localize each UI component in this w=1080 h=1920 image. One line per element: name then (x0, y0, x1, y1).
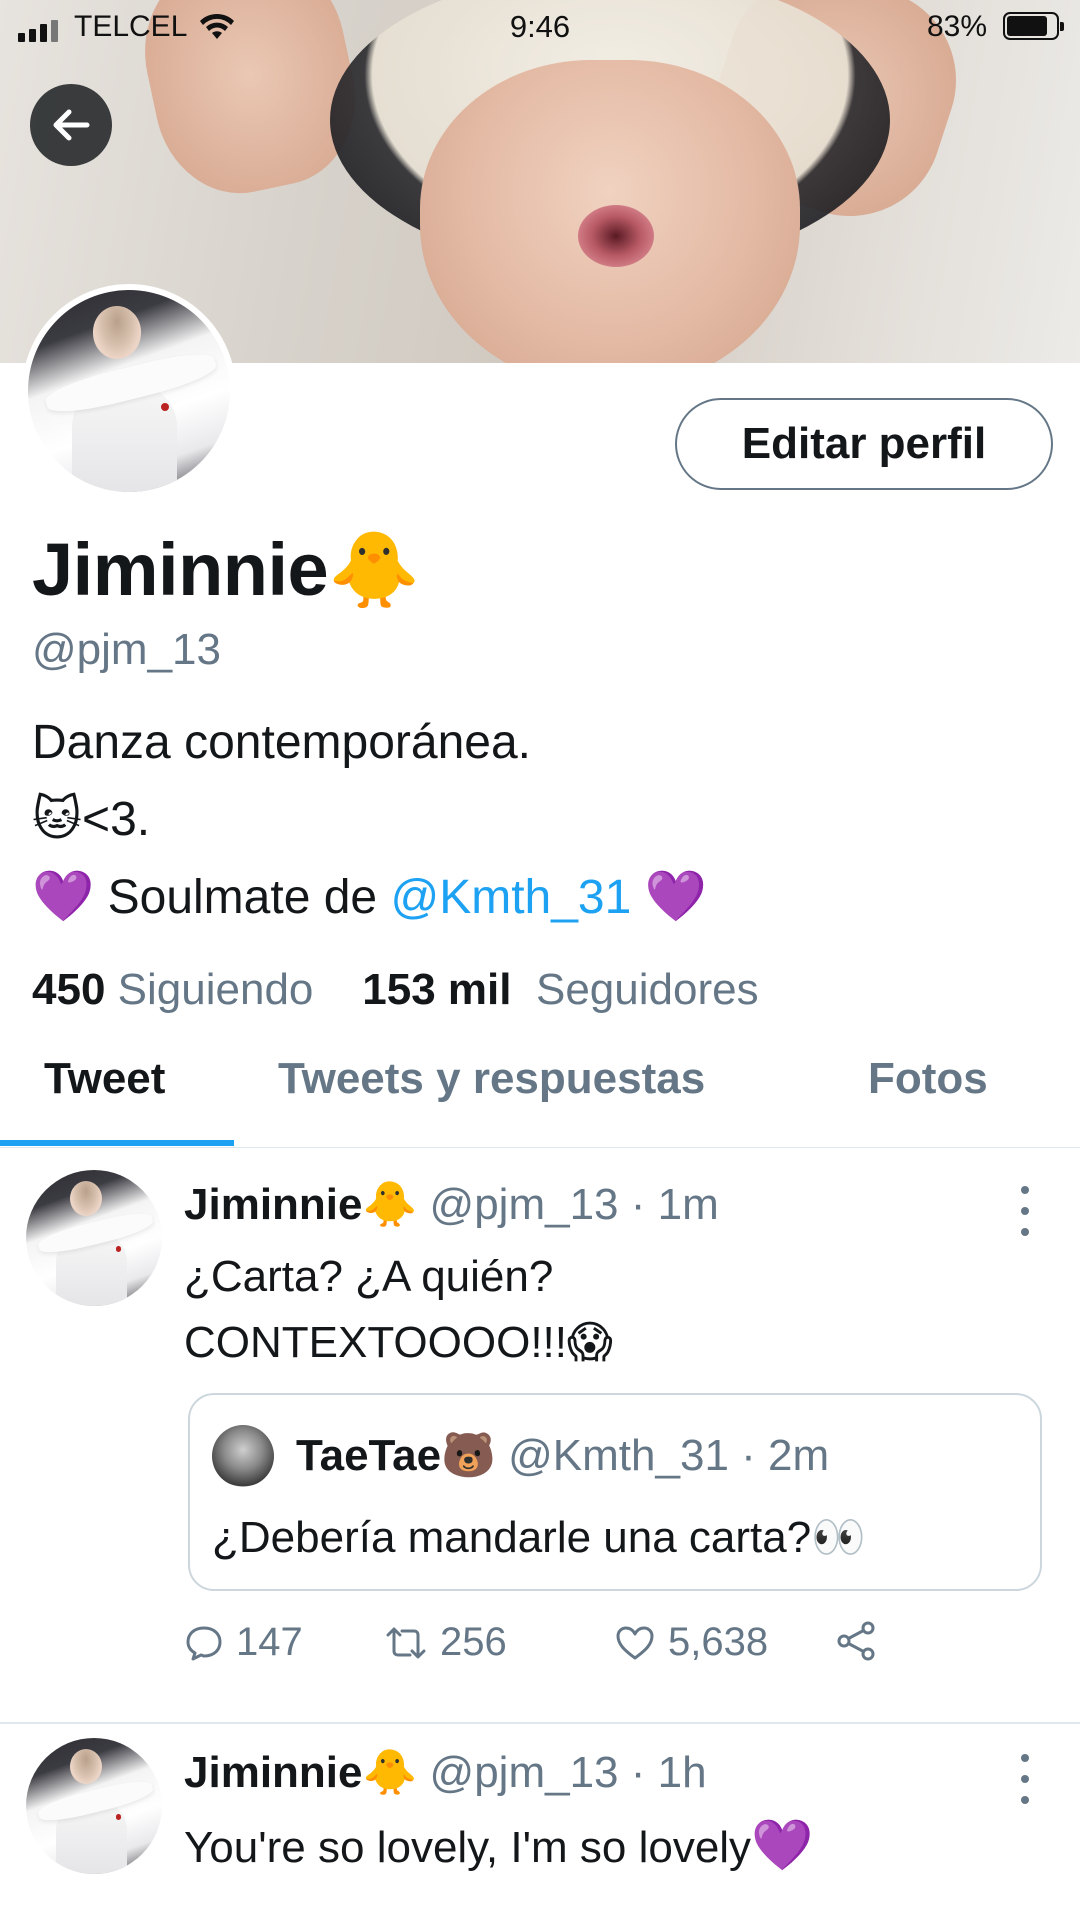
followers-label: Seguidores (535, 965, 759, 1014)
purple-heart-emoji: 💜 (644, 867, 707, 925)
quoted-tweet-avatar (212, 1425, 274, 1487)
chick-emoji: 🐥 (362, 1747, 418, 1798)
tweet-author-handle: @pjm_13 (429, 1748, 619, 1797)
avatar-image (26, 1170, 162, 1306)
tweet-actions: 147 256 5,638 (184, 1620, 884, 1676)
followers-count: 153 mil (362, 965, 512, 1014)
cat-emoji: 🐱 (32, 791, 83, 847)
tweet[interactable]: Jiminnie🐥 @pjm_13 · 1h You're so lovely,… (0, 1718, 1080, 1920)
like-button[interactable]: 5,638 (614, 1620, 768, 1665)
profile-bio: Danza contemporánea. 🐱<3. 💜 Soulmate de … (32, 705, 707, 936)
back-button[interactable] (30, 84, 112, 166)
scream-emoji: 😱 (567, 1317, 613, 1368)
retweet-icon (386, 1627, 426, 1658)
tab-tweet[interactable]: Tweet (44, 1054, 165, 1104)
quoted-author-handle: @Kmth_31 (508, 1431, 729, 1480)
purple-heart-emoji: 💜 (751, 1816, 814, 1874)
edit-profile-button[interactable]: Editar perfil (675, 398, 1053, 490)
profile-display-name: Jiminnie🐥 (32, 528, 420, 612)
chick-emoji: 🐥 (362, 1179, 418, 1230)
tweet-text-part: CONTEXTOOOO!!! (184, 1318, 568, 1367)
tab-photos[interactable]: Fotos (868, 1054, 988, 1104)
following-link[interactable]: 450 Siguiendo (32, 965, 313, 1014)
tweet-text-part: You're so lovely, I'm so lovely (184, 1823, 752, 1872)
banner-photo-part (578, 205, 654, 267)
like-icon (616, 1626, 654, 1659)
more-icon[interactable] (1010, 1754, 1040, 1804)
tweet-avatar[interactable] (26, 1170, 162, 1306)
bio-line-3: 💜 Soulmate de @Kmth_31 💜 (32, 858, 707, 936)
battery-icon (1003, 12, 1064, 40)
battery-percent: 83% (927, 10, 988, 43)
tweet-text-line: ¿Carta? ¿A quién? (184, 1252, 554, 1301)
tab-tweets-and-replies[interactable]: Tweets y respuestas (278, 1054, 705, 1104)
eyes-emoji: 👀 (811, 1512, 867, 1563)
quoted-tweet[interactable]: TaeTae🐻 @Kmth_31 · 2m ¿Debería mandarle … (188, 1393, 1042, 1591)
following-count: 450 (32, 965, 106, 1014)
tweet-separator: · (618, 1180, 658, 1229)
display-name-text: Jiminnie (32, 528, 329, 611)
reply-button[interactable]: 147 (184, 1620, 303, 1665)
quoted-timestamp: 2m (768, 1431, 830, 1480)
share-button[interactable] (834, 1620, 878, 1662)
followers-link[interactable]: 153 mil Seguidores (362, 965, 758, 1014)
bio-mention-link[interactable]: @Kmth_31 (390, 871, 631, 924)
avatar-image (28, 290, 230, 492)
profile-handle: @pjm_13 (32, 625, 221, 674)
status-bar: TELCEL 9:46 83% (0, 0, 1080, 56)
clock: 9:46 (509, 9, 571, 44)
purple-heart-emoji: 💜 (32, 867, 95, 925)
tweet-author-name[interactable]: Jiminnie (184, 1180, 363, 1229)
quoted-tweet-header: TaeTae🐻 @Kmth_31 · 2m (296, 1429, 829, 1481)
following-label: Siguiendo (117, 965, 314, 1014)
tweet-author-name[interactable]: Jiminnie (184, 1748, 363, 1797)
tweet-header: Jiminnie🐥 @pjm_13 · 1m (184, 1178, 719, 1230)
tweet[interactable]: Jiminnie🐥 @pjm_13 · 1m ¿Carta? ¿A quién?… (0, 1150, 1080, 1720)
retweet-button[interactable]: 256 (384, 1620, 507, 1665)
tweet-author-handle: @pjm_13 (429, 1180, 619, 1229)
profile-avatar[interactable] (22, 284, 236, 498)
quoted-text-part: ¿Debería mandarle una carta? (212, 1513, 812, 1562)
quoted-separator: · (728, 1431, 769, 1480)
bio-line-2-text: <3. (82, 793, 151, 846)
bio-line-1: Danza contemporánea. (32, 716, 531, 769)
back-arrow-icon (53, 109, 90, 141)
more-icon[interactable] (1010, 1186, 1040, 1236)
bear-emoji: 🐻 (441, 1430, 496, 1481)
tweet-avatar[interactable] (26, 1738, 162, 1874)
tweet-text: You're so lovely, I'm so lovely💜 (184, 1812, 813, 1881)
avatar-image (26, 1738, 162, 1874)
like-count: 5,638 (668, 1620, 769, 1664)
reply-icon (186, 1626, 222, 1660)
tweet-header: Jiminnie🐥 @pjm_13 · 1h (184, 1746, 707, 1798)
tweet-text: ¿Carta? ¿A quién? CONTEXTOOOO!!!😱 (184, 1244, 613, 1376)
tweet-timestamp: 1m (657, 1180, 719, 1229)
active-tab-indicator (0, 1140, 234, 1146)
bio-line-3-text: Soulmate de (107, 871, 378, 924)
quoted-tweet-text: ¿Debería mandarle una carta?👀 (212, 1511, 866, 1563)
profile-tabs: Tweet Tweets y respuestas Fotos (0, 1040, 1080, 1148)
tweet-timestamp: 1h (657, 1748, 707, 1797)
bio-line-2: 🐱<3. (32, 781, 707, 858)
tweet-separator: · (618, 1748, 658, 1797)
quoted-author-name: TaeTae (296, 1431, 442, 1480)
retweet-count: 256 (440, 1620, 507, 1664)
tweet-text-line: CONTEXTOOOO!!!😱 (184, 1310, 613, 1376)
follow-stats: 450 Siguiendo 153 mil Seguidores (32, 965, 759, 1015)
share-icon (837, 1621, 875, 1661)
reply-count: 147 (236, 1620, 303, 1664)
chick-emoji: 🐥 (328, 527, 420, 613)
